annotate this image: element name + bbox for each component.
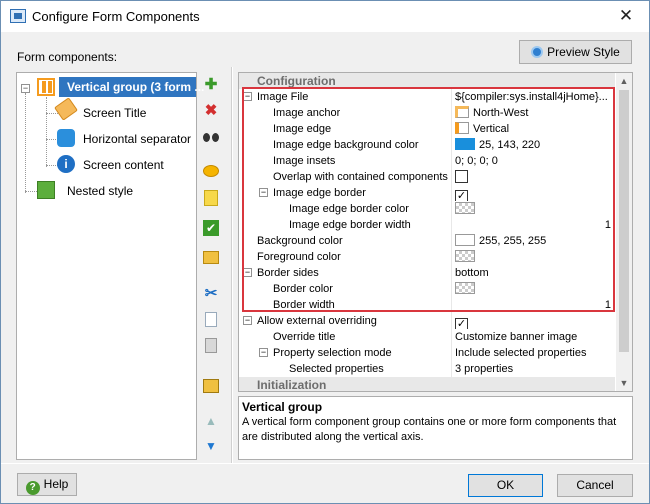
prop-value[interactable]: Customize banner image — [453, 329, 613, 345]
tree-line — [46, 97, 47, 167]
binoculars-icon[interactable] — [200, 126, 222, 148]
tree-item-screen-content[interactable]: Screen content — [83, 155, 164, 175]
prop-row-override-title[interactable]: Override title Customize banner image — [239, 329, 615, 345]
delete-icon[interactable]: ✖ — [200, 100, 222, 122]
collapse-toggle[interactable]: − — [259, 348, 268, 357]
prop-value[interactable]: Include selected properties — [453, 345, 613, 361]
category-label: Initialization — [257, 378, 327, 392]
scroll-down-icon[interactable]: ▼ — [616, 375, 632, 391]
help-button[interactable]: ? Help — [17, 473, 77, 496]
category-initialization[interactable]: Initialization — [239, 377, 615, 392]
tree-item-horizontal-separator[interactable]: Horizontal separator — [83, 129, 191, 149]
prop-value[interactable]: 3 properties — [453, 361, 613, 377]
tree-item-label: Nested style — [67, 184, 134, 198]
divider — [1, 463, 649, 464]
close-icon[interactable]: ✕ — [603, 1, 649, 32]
move-up-icon[interactable]: ▲ — [200, 410, 222, 432]
prop-name: Allow external overriding — [257, 315, 377, 327]
tree-line — [25, 191, 37, 192]
folder-add-icon[interactable] — [200, 246, 222, 268]
ok-label: OK — [496, 478, 515, 492]
nested-style-icon — [37, 181, 55, 199]
tree-item-screen-title[interactable]: Screen Title — [83, 103, 146, 123]
prop-row-allow-external-overriding[interactable]: − Allow external overriding ✓ — [239, 313, 615, 329]
puzzle-icon — [57, 129, 75, 147]
cancel-button[interactable]: Cancel — [557, 474, 633, 497]
paste-icon[interactable] — [200, 335, 222, 357]
tree-item-vertical-group[interactable]: Vertical group (3 form ... — [59, 77, 204, 97]
form-components-tree[interactable]: − Vertical group (3 form ... Screen Titl… — [16, 72, 204, 460]
prop-name: Override title — [273, 331, 336, 343]
description-title: Vertical group — [242, 400, 323, 414]
scroll-up-icon[interactable]: ▲ — [616, 73, 632, 89]
comment-icon[interactable] — [200, 161, 222, 183]
help-icon: ? — [25, 481, 40, 495]
app-icon — [10, 9, 26, 23]
window-title: Configure Form Components — [32, 9, 200, 24]
tree-line — [25, 93, 26, 193]
info-icon: i — [57, 155, 75, 173]
vertical-group-icon — [37, 78, 55, 96]
tree-line — [46, 113, 58, 114]
help-label: Help — [43, 477, 69, 491]
image-icon[interactable] — [200, 375, 222, 397]
splitter[interactable] — [231, 67, 233, 463]
configure-form-components-dialog: Configure Form Components ✕ Form compone… — [0, 0, 650, 504]
collapse-toggle[interactable]: − — [21, 84, 30, 93]
add-icon[interactable]: ✚ — [200, 74, 222, 96]
prop-row-selected-properties[interactable]: Selected properties 3 properties — [239, 361, 615, 377]
prop-row-property-selection-mode[interactable]: − Property selection mode Include selected… — [239, 345, 615, 361]
tree-item-label: Screen Title — [83, 106, 147, 120]
check-icon[interactable]: ✔ — [200, 217, 222, 239]
note-icon[interactable] — [200, 187, 222, 209]
preview-style-label: Preview Style — [547, 45, 620, 59]
cut-icon[interactable]: ✂ — [200, 283, 222, 305]
ok-button[interactable]: OK — [468, 474, 543, 497]
cancel-label: Cancel — [576, 478, 614, 492]
tree-item-label: Vertical group (3 form ... — [67, 80, 205, 94]
collapse-toggle[interactable]: − — [243, 316, 252, 325]
title-bar: Configure Form Components ✕ — [1, 1, 649, 32]
move-down-icon[interactable]: ▼ — [200, 435, 222, 457]
scroll-thumb[interactable] — [619, 90, 629, 352]
tree-item-label: Horizontal separator — [83, 132, 192, 146]
form-components-label: Form components: — [17, 50, 118, 64]
property-grid-scrollbar[interactable]: ▲ ▼ — [616, 73, 632, 391]
preview-icon — [531, 46, 544, 58]
allow-overriding-checkbox[interactable]: ✓ — [455, 318, 468, 329]
prop-value[interactable]: ✓ — [453, 313, 613, 329]
copy-icon[interactable] — [200, 309, 222, 331]
preview-style-button[interactable]: Preview Style — [519, 40, 632, 64]
tree-item-nested-style[interactable]: Nested style — [67, 181, 133, 201]
prop-name: Property selection mode — [273, 347, 392, 359]
description-panel: Vertical group A vertical form component… — [238, 396, 633, 460]
tree-item-label: Screen content — [83, 158, 164, 172]
description-text: A vertical form component group contains… — [242, 416, 617, 443]
prop-name: Selected properties — [289, 363, 384, 375]
tag-icon — [54, 97, 78, 121]
highlight-box — [242, 87, 615, 312]
